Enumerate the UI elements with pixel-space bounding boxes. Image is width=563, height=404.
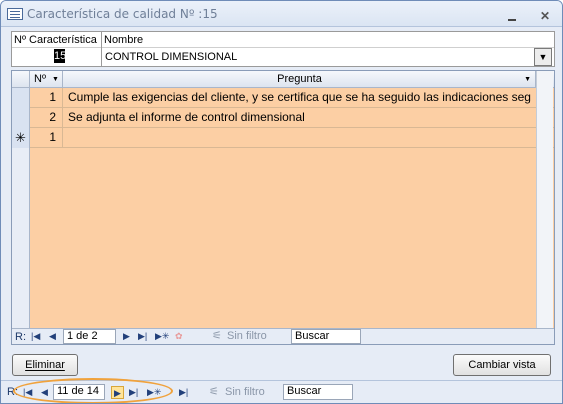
sort-arrow-icon: ▼ (524, 76, 531, 83)
search-input[interactable]: Buscar (291, 329, 361, 344)
table-row[interactable]: 2 Se adjunta el informe de control dimen… (12, 108, 554, 128)
select-all-cell[interactable] (12, 71, 30, 88)
filter-status[interactable]: Sin filtro (227, 330, 267, 343)
delete-button[interactable]: Eliminar (12, 354, 78, 376)
filter-icon: ⚟ (209, 386, 219, 398)
row-num[interactable]: 1 (31, 88, 63, 108)
name-label: Nombre (104, 34, 144, 46)
name-field[interactable]: CONTROL DIMENSIONAL (105, 51, 237, 63)
vertical-scrollbar[interactable] (536, 71, 553, 328)
new-record-icon: ✳ (12, 128, 30, 148)
next-record-button[interactable]: ▶ (123, 330, 130, 343)
name-dropdown-button[interactable]: ▼ (534, 48, 552, 66)
minimize-button[interactable] (505, 9, 521, 23)
chevron-down-icon: ▼ (538, 52, 548, 62)
title-bar: Característica de calidad Nº :15 ✕ (1, 1, 562, 27)
first-record-button[interactable]: |◀ (31, 330, 40, 343)
row-num[interactable]: 2 (31, 108, 63, 128)
row-selector[interactable] (12, 108, 30, 128)
new-record-button[interactable]: ▶✳ (155, 330, 169, 343)
sort-arrow-icon: ▼ (52, 76, 59, 83)
row-num[interactable]: 1 (31, 128, 63, 148)
separator: ▶| (179, 387, 189, 397)
row-selector[interactable] (12, 88, 30, 108)
row-pregunta[interactable]: Cumple las exigencias del cliente, y se … (64, 88, 534, 108)
record-position-input[interactable]: 1 de 2 (63, 329, 116, 344)
column-header-num[interactable]: Nº ▼ (31, 71, 63, 88)
subform-record-navigator: R: |◀ ◀ 1 de 2 ▶ ▶| ▶✳ ✿ ⚟ Sin filtro Bu… (12, 328, 554, 344)
search-input[interactable]: Buscar (283, 384, 353, 400)
close-button[interactable]: ✕ (537, 9, 553, 23)
header-divider (12, 47, 554, 48)
filter-status[interactable]: Sin filtro (225, 386, 265, 399)
new-record-row[interactable]: ✳ 1 (12, 128, 554, 148)
switch-view-button[interactable]: Cambiar vista (453, 354, 551, 376)
column-header-pregunta[interactable]: Pregunta ▼ (64, 71, 536, 88)
highlight-oval (13, 378, 173, 403)
window-title: Característica de calidad Nº :15 (27, 7, 218, 21)
prev-record-button[interactable]: ◀ (49, 330, 56, 343)
questions-subform: Nº ▼ Pregunta ▼ 1 Cumple las exigencias de… (11, 70, 555, 345)
table-row[interactable]: 1 Cumple las exigencias del cliente, y s… (12, 88, 554, 108)
num-field[interactable]: 15 (54, 49, 66, 63)
row-pregunta[interactable] (64, 128, 534, 148)
form-body: Nº Característica Nombre 15 CONTROL DIME… (4, 28, 559, 378)
form-icon (7, 8, 23, 20)
num-label: Nº Característica (14, 34, 97, 46)
filter-icon: ⚟ (212, 330, 222, 342)
delete-record-icon: ✿ (175, 331, 183, 341)
form-window: Característica de calidad Nº :15 ✕ Nº Ca… (0, 0, 563, 404)
last-record-button[interactable]: ▶| (138, 330, 147, 343)
row-pregunta[interactable]: Se adjunta el informe de control dimensi… (64, 108, 534, 128)
header-separator (101, 32, 102, 66)
grid-header: Nº ▼ Pregunta ▼ (12, 71, 554, 88)
record-label: R: (15, 331, 26, 343)
header-fields: Nº Característica Nombre 15 CONTROL DIME… (11, 31, 555, 67)
